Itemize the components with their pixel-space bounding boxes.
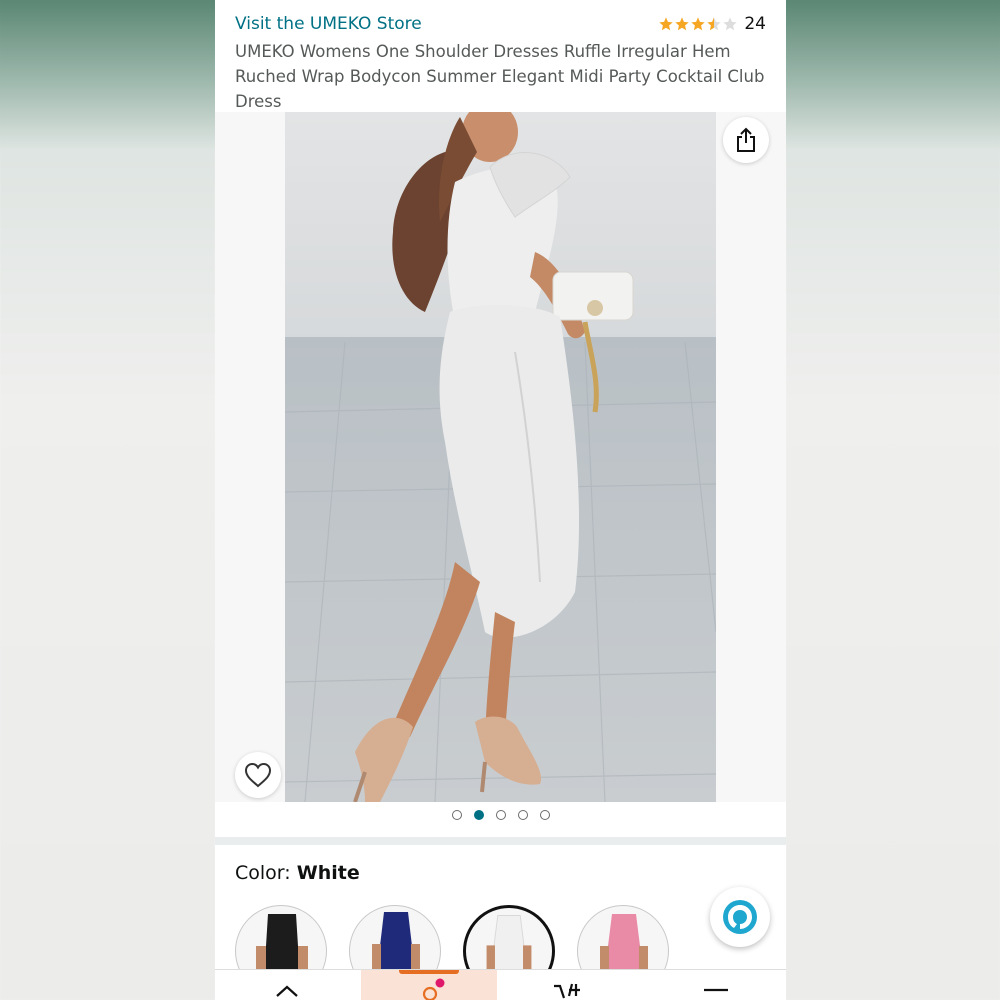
product-header: Visit the UMEKO Store 24 UMEKO Womens On… (215, 0, 786, 112)
color-selection-label: Color: White (235, 862, 360, 884)
home-icon[interactable] (275, 984, 299, 1000)
cart-icon[interactable] (552, 982, 592, 1000)
pagination-dot[interactable] (539, 810, 550, 820)
background-left (0, 0, 215, 1000)
alexa-button[interactable] (710, 887, 770, 947)
background-right (786, 0, 1000, 1000)
menu-icon[interactable] (703, 986, 729, 996)
star-icon (659, 17, 674, 31)
product-title: UMEKO Womens One Shoulder Dresses Ruffle… (235, 42, 765, 111)
color-label: Color: (235, 862, 291, 884)
star-icon (675, 17, 690, 31)
rating-stars (658, 16, 738, 32)
image-pagination (215, 810, 786, 820)
wishlist-button[interactable] (235, 752, 281, 798)
product-photo-illustration (285, 112, 716, 802)
section-divider (215, 837, 786, 845)
pagination-dot[interactable] (517, 810, 528, 820)
notification-dot-icon (435, 978, 445, 988)
pagination-dot[interactable] (495, 810, 506, 820)
store-link[interactable]: Visit the UMEKO Store (235, 14, 422, 34)
bottom-navigation (215, 969, 786, 1000)
star-empty-icon (723, 17, 738, 31)
alexa-icon (723, 900, 757, 934)
pagination-dot-active[interactable] (473, 810, 484, 820)
pagination-dot[interactable] (451, 810, 462, 820)
product-page: Visit the UMEKO Store 24 UMEKO Womens On… (215, 0, 786, 1000)
rating-count: 24 (744, 14, 766, 34)
product-photo[interactable] (285, 112, 716, 802)
share-icon (737, 127, 755, 152)
share-button[interactable] (723, 117, 769, 163)
star-half-icon (707, 17, 722, 31)
rating[interactable]: 24 (658, 14, 766, 34)
star-icon (691, 17, 706, 31)
nav-active-indicator (399, 970, 459, 974)
image-gallery[interactable] (215, 112, 786, 802)
color-selected-value: White (296, 862, 360, 884)
heart-icon (244, 762, 272, 788)
